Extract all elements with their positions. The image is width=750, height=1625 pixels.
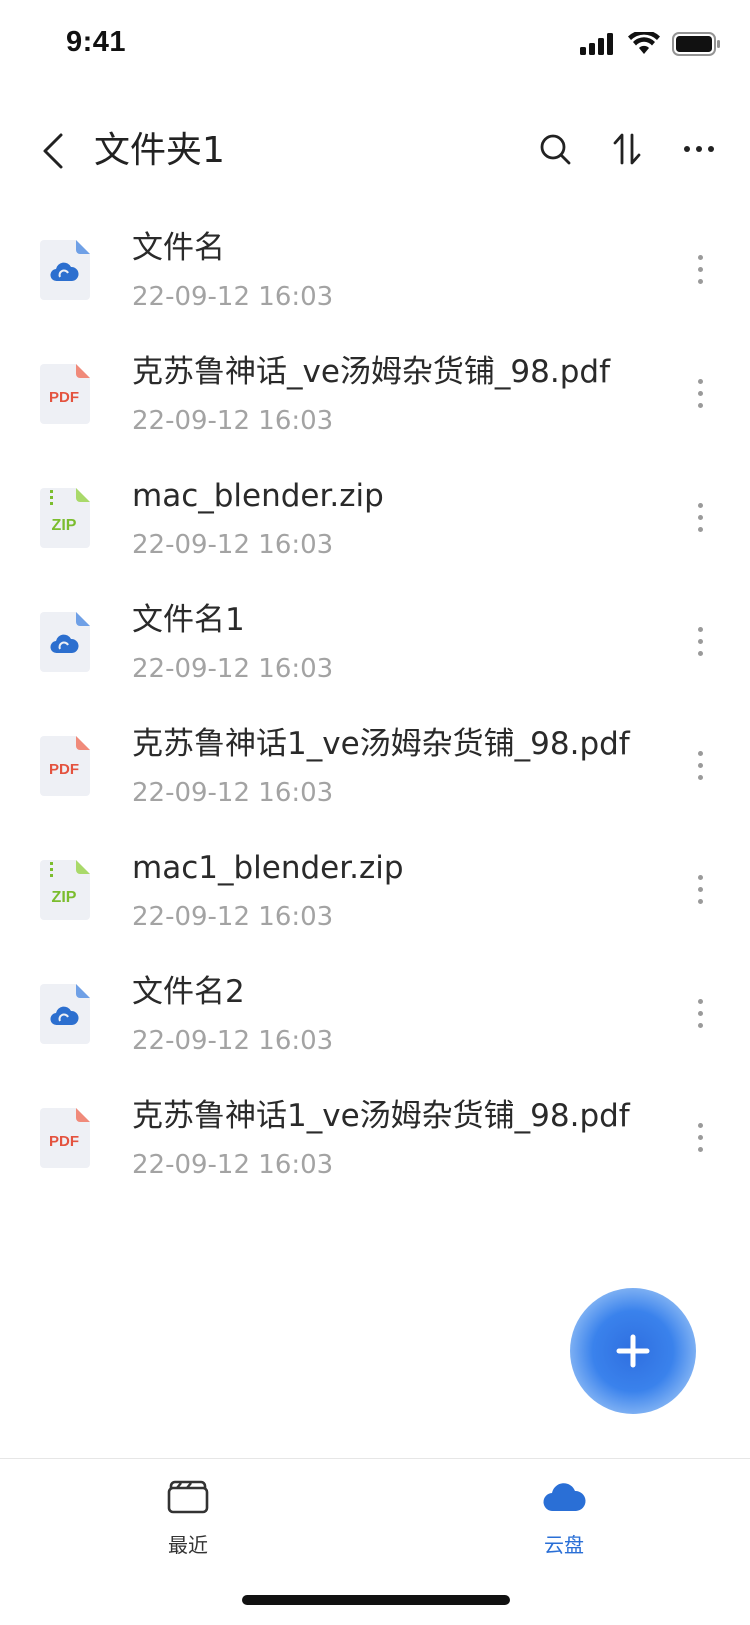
status-time: 9:41 [66,26,127,58]
file-name: 克苏鲁神话1_ve汤姆杂货铺_98.pdf [132,1098,630,1134]
file-row[interactable]: ZIP mac_blender.zip 22-09-12 16:03 [0,454,750,578]
status-bar: 9:41 [0,0,750,92]
cloud-file-icon [40,240,90,300]
plus-icon [616,1334,650,1368]
more-icon [684,146,714,152]
sort-button[interactable] [604,126,650,172]
file-row[interactable]: ZIP mac1_blender.zip 22-09-12 16:03 [0,826,750,950]
status-icons [580,30,720,60]
pdf-file-icon: PDF [40,736,90,796]
sort-icon [613,133,641,165]
file-date: 22-09-12 16:03 [132,654,334,684]
zip-badge-text: ZIP [52,517,77,534]
file-row[interactable]: 文件名1 22-09-12 16:03 [0,578,750,702]
file-name: 文件名 [132,230,225,266]
file-row[interactable]: PDF 克苏鲁神话1_ve汤姆杂货铺_98.pdf 22-09-12 16:03 [0,1074,750,1198]
file-name: mac1_blender.zip [132,850,404,886]
file-row[interactable]: PDF 克苏鲁神话_ve汤姆杂货铺_98.pdf 22-09-12 16:03 [0,330,750,454]
file-name: 克苏鲁神话_ve汤姆杂货铺_98.pdf [132,354,610,390]
pdf-file-icon: PDF [40,1108,90,1168]
file-more-icon[interactable] [690,864,710,914]
cloud-icon [542,1477,586,1517]
cloud-file-icon [40,612,90,672]
file-row[interactable]: 文件名2 22-09-12 16:03 [0,950,750,1074]
tab-recent-label: 最近 [168,1533,208,1557]
file-name: mac_blender.zip [132,478,384,514]
battery-icon [672,32,720,60]
file-more-icon[interactable] [690,740,710,790]
cloud-file-icon [40,984,90,1044]
page-title: 文件夹1 [94,130,225,171]
file-name: 文件名1 [132,602,245,638]
add-button[interactable] [570,1288,696,1414]
file-more-icon[interactable] [690,368,710,418]
pdf-badge-text: PDF [49,761,79,778]
header: 文件夹1 [0,110,750,192]
back-button[interactable] [30,128,76,174]
file-date: 22-09-12 16:03 [132,406,334,436]
zip-badge-text: ZIP [52,889,77,906]
header-actions [532,126,722,172]
zip-file-icon: ZIP [40,488,90,548]
pdf-badge-text: PDF [49,1133,79,1150]
file-more-icon[interactable] [690,244,710,294]
file-more-icon[interactable] [690,616,710,666]
cellular-signal-icon [580,33,616,59]
file-row[interactable]: 文件名 22-09-12 16:03 [0,206,750,330]
tab-cloud[interactable]: 云盘 [504,1477,624,1558]
tab-cloud-label: 云盘 [544,1533,584,1557]
zip-file-icon: ZIP [40,860,90,920]
file-date: 22-09-12 16:03 [132,1026,334,1056]
file-date: 22-09-12 16:03 [132,902,334,932]
file-more-icon[interactable] [690,492,710,542]
file-name: 克苏鲁神话1_ve汤姆杂货铺_98.pdf [132,726,630,762]
search-icon [540,134,571,165]
chevron-left-icon [43,133,63,169]
file-list: 文件名 22-09-12 16:03 PDF 克苏鲁神话_ve汤姆杂货铺_98.pdf… [0,206,750,1198]
file-date: 22-09-12 16:03 [132,1150,334,1180]
file-row[interactable]: PDF 克苏鲁神话1_ve汤姆杂货铺_98.pdf 22-09-12 16:03 [0,702,750,826]
tab-recent[interactable]: 最近 [128,1477,248,1558]
more-button[interactable] [676,126,722,172]
home-indicator [242,1595,510,1605]
wifi-icon [628,30,660,60]
file-name: 文件名2 [132,974,245,1010]
file-date: 22-09-12 16:03 [132,282,334,312]
file-date: 22-09-12 16:03 [132,778,334,808]
search-button[interactable] [532,126,578,172]
file-date: 22-09-12 16:03 [132,530,334,560]
file-more-icon[interactable] [690,1112,710,1162]
file-more-icon[interactable] [690,988,710,1038]
recent-folder-icon [166,1477,210,1517]
pdf-file-icon: PDF [40,364,90,424]
pdf-badge-text: PDF [49,389,79,406]
